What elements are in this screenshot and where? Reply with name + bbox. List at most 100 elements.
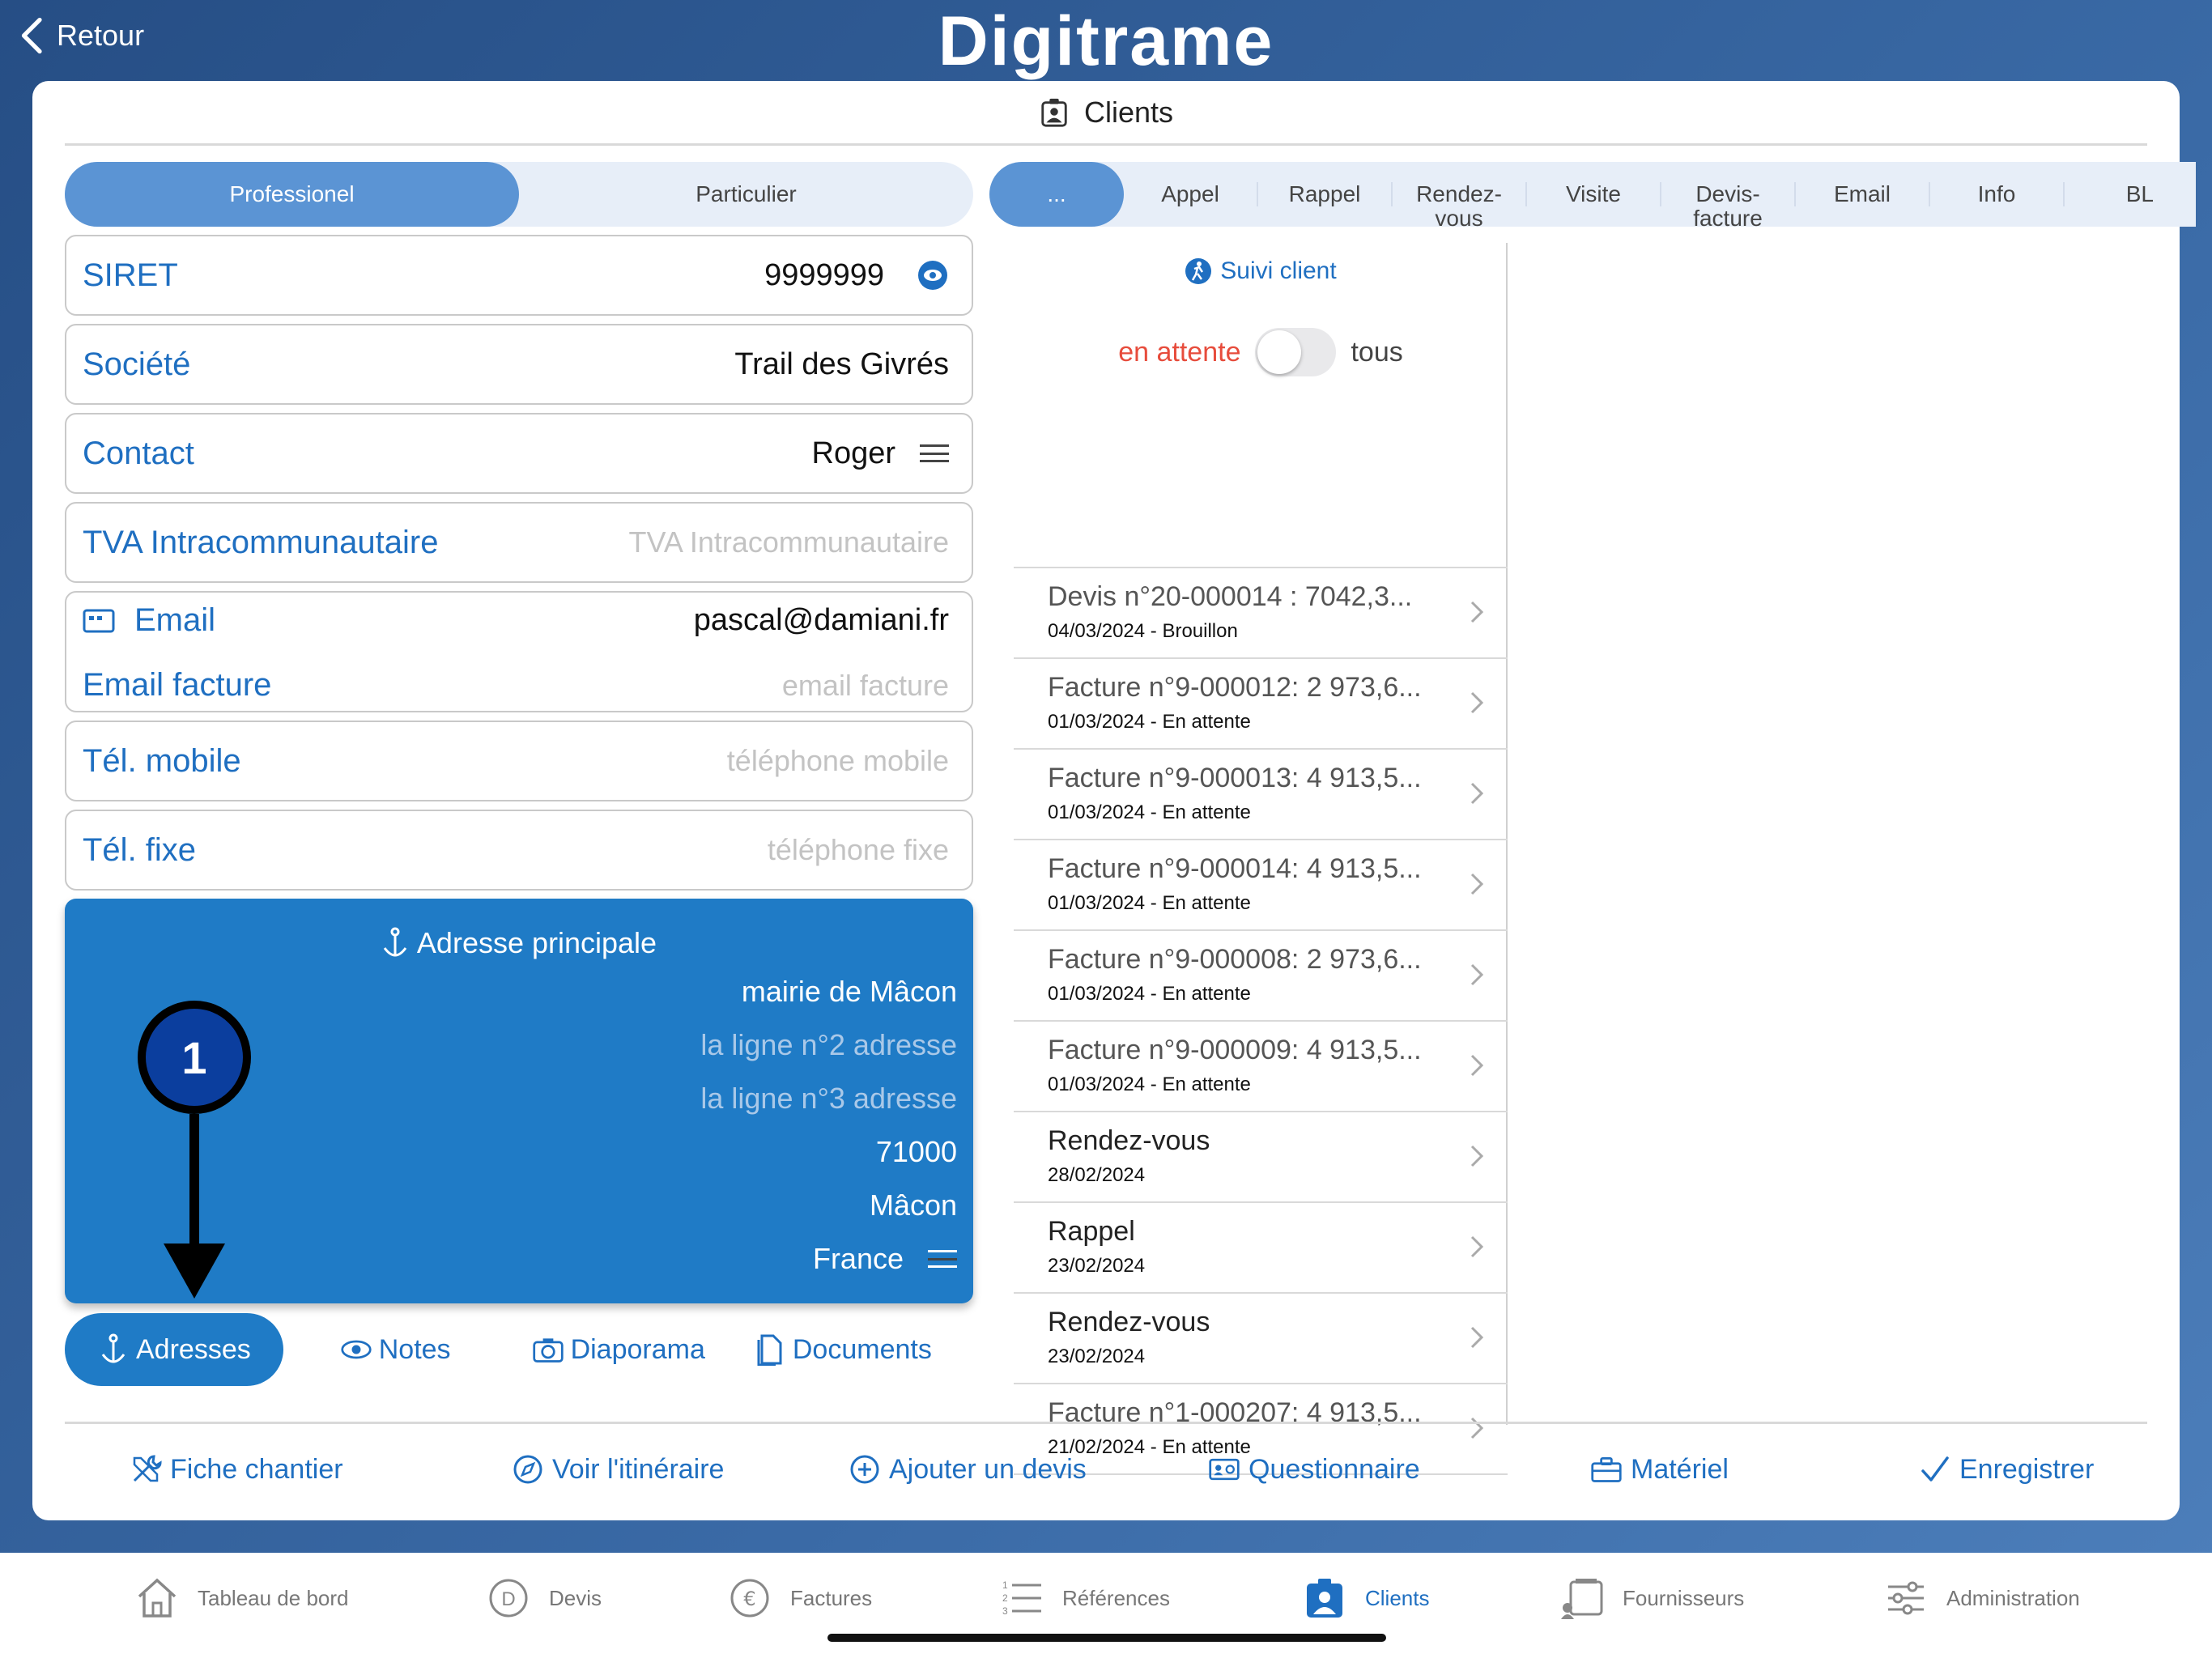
filter-tab-visite[interactable]: Visite xyxy=(1527,182,1661,206)
history-item-title: Facture n°9-000009: 4 913,5... xyxy=(1048,1035,1422,1065)
email-group: Email pascal@damiani.fr Email facture em… xyxy=(65,591,973,712)
filter-tab-more[interactable]: ... xyxy=(989,162,1124,227)
history-item[interactable]: Facture n°9-000014: 4 913,5... 01/03/2024… xyxy=(1014,840,1508,931)
tab-diaporama[interactable]: Diaporama xyxy=(532,1333,705,1366)
history-item-title: Rendez-vous xyxy=(1048,1307,1210,1337)
app-logo: Digitrame xyxy=(938,2,1274,80)
address-zip[interactable]: 71000 xyxy=(876,1135,957,1169)
email-facture-field[interactable]: Email facture email facture xyxy=(83,667,949,704)
filter-tab-rappel[interactable]: Rappel xyxy=(1258,182,1393,206)
filter-tab-email[interactable]: Email xyxy=(1796,182,1930,206)
history-item[interactable]: Rendez-vous 23/02/2024 xyxy=(1014,1294,1508,1384)
filter-tab-info[interactable]: Info xyxy=(1930,182,2065,206)
clients-icon xyxy=(1307,1579,1342,1618)
history-item[interactable]: Facture n°9-000008: 2 973,6... 01/03/2024… xyxy=(1014,931,1508,1022)
segment-particulier[interactable]: Particulier xyxy=(519,162,973,227)
menu-icon[interactable] xyxy=(920,444,949,462)
history-item[interactable]: Facture n°9-000013: 4 913,5... 01/03/2024… xyxy=(1014,750,1508,840)
camera-icon xyxy=(532,1338,564,1363)
tabbar-references[interactable]: 123 Références xyxy=(999,1575,1170,1621)
suivi-client-link[interactable]: Suivi client xyxy=(1014,257,1508,285)
filter-tab-bl[interactable]: BL xyxy=(2065,182,2154,206)
segment-professionel[interactable]: Professionel xyxy=(65,162,519,227)
tabbar-administration-label: Administration xyxy=(1946,1585,2080,1610)
tabbar-clients-label: Clients xyxy=(1365,1585,1430,1610)
tabbar-references-label: Références xyxy=(1062,1585,1170,1610)
history-item-title: Rappel xyxy=(1048,1216,1135,1247)
tel-mobile-field[interactable]: Tél. mobile téléphone mobile xyxy=(65,721,973,801)
address-line-1[interactable]: mairie de Mâcon xyxy=(742,975,957,1009)
tel-mobile-label: Tél. mobile xyxy=(83,742,241,779)
euro-icon: € xyxy=(730,1579,769,1618)
chevron-right-icon xyxy=(1470,873,1484,895)
history-panel: Suivi client en attente tous Devis n°20-… xyxy=(1014,243,1508,1475)
svg-text:2: 2 xyxy=(1002,1592,1008,1604)
tel-mobile-placeholder: téléphone mobile xyxy=(726,744,949,777)
address-city[interactable]: Mâcon xyxy=(870,1188,957,1222)
contact-label: Contact xyxy=(83,435,194,471)
tel-fixe-label: Tél. fixe xyxy=(83,831,197,868)
devis-d-icon: D xyxy=(489,1579,528,1618)
address-line-3[interactable]: la ligne n°3 adresse xyxy=(700,1082,957,1116)
filter-tab-appel[interactable]: Appel xyxy=(1124,182,1258,206)
chevron-right-icon xyxy=(1470,601,1484,623)
history-item-subtitle: 01/03/2024 - En attente xyxy=(1048,801,1251,823)
email-field[interactable]: Email pascal@damiani.fr xyxy=(83,602,949,639)
address-country-row[interactable]: France xyxy=(813,1242,957,1276)
walking-person-icon xyxy=(1185,258,1212,284)
email-facture-label: Email facture xyxy=(83,667,272,703)
address-line-2[interactable]: la ligne n°2 adresse xyxy=(700,1028,957,1062)
filter-tab-rendez-vous[interactable]: Rendez-vous xyxy=(1393,182,1527,231)
tabbar-clients[interactable]: Clients xyxy=(1302,1575,1429,1621)
country-menu-icon[interactable] xyxy=(928,1250,957,1268)
tabbar-fournisseurs[interactable]: Fournisseurs xyxy=(1559,1575,1744,1621)
materiel-button[interactable]: Matériel xyxy=(1590,1453,1729,1486)
tab-documents[interactable]: Documents xyxy=(754,1333,932,1366)
tab-diaporama-label: Diaporama xyxy=(570,1333,705,1365)
history-item-title: Facture n°9-000014: 4 913,5... xyxy=(1048,853,1422,884)
anchor-icon xyxy=(383,927,407,957)
document-icon xyxy=(757,1334,782,1366)
tabbar-tableau-de-bord[interactable]: Tableau de bord xyxy=(134,1575,348,1621)
enregistrer-button[interactable]: Enregistrer xyxy=(1919,1453,2094,1486)
tabbar-factures[interactable]: € Factures xyxy=(727,1575,872,1621)
history-item[interactable]: Facture n°9-000009: 4 913,5... 01/03/2024… xyxy=(1014,1022,1508,1112)
checkmark-icon xyxy=(1921,1456,1949,1482)
history-item-title: Facture n°9-000013: 4 913,5... xyxy=(1048,763,1422,793)
history-item[interactable]: Facture n°9-000012: 2 973,6... 01/03/2024… xyxy=(1014,659,1508,750)
contact-value: Roger xyxy=(811,436,896,470)
tabbar-devis[interactable]: D Devis xyxy=(486,1575,602,1621)
clients-icon xyxy=(1041,98,1067,127)
filter-tab-devis-facture[interactable]: Devis-facture xyxy=(1661,182,1796,231)
questionnaire-button[interactable]: Questionnaire xyxy=(1208,1453,1420,1486)
ajouter-devis-button[interactable]: Ajouter un devis xyxy=(849,1453,1087,1486)
fiche-chantier-button[interactable]: Fiche chantier xyxy=(130,1453,343,1486)
tab-notes[interactable]: Notes xyxy=(340,1333,451,1366)
page-title: Clients xyxy=(1083,95,1174,129)
tva-field[interactable]: TVA Intracommunautaire TVA Intracommunau… xyxy=(65,502,973,583)
history-item-subtitle: 28/02/2024 xyxy=(1048,1164,1146,1186)
tel-fixe-field[interactable]: Tél. fixe téléphone fixe xyxy=(65,810,973,891)
history-item[interactable]: Rendez-vous 28/02/2024 xyxy=(1014,1112,1508,1203)
contact-field[interactable]: Contact Roger xyxy=(65,413,973,494)
enregistrer-label: Enregistrer xyxy=(1959,1453,2095,1485)
itineraire-button[interactable]: Voir l'itinéraire xyxy=(512,1453,724,1486)
societe-field[interactable]: Société Trail des Givrés xyxy=(65,324,973,405)
history-item[interactable]: Devis n°20-000014 : 7042,3... 04/03/2024 … xyxy=(1014,568,1508,659)
history-item-title: Facture n°9-000008: 2 973,6... xyxy=(1048,944,1422,975)
siret-field[interactable]: SIRET 9999999 xyxy=(65,235,973,316)
history-item[interactable]: Rappel 23/02/2024 xyxy=(1014,1203,1508,1294)
eye-icon[interactable] xyxy=(917,259,949,291)
svg-text:D: D xyxy=(501,1588,515,1610)
societe-value: Trail des Givrés xyxy=(734,346,949,381)
questionnaire-label: Questionnaire xyxy=(1249,1453,1420,1485)
status-toggle[interactable] xyxy=(1255,328,1337,376)
tabbar-administration[interactable]: Administration xyxy=(1883,1575,2080,1621)
tab-adresses[interactable]: Adresses xyxy=(65,1313,283,1386)
numbered-list-icon: 123 xyxy=(1002,1579,1041,1617)
compass-icon xyxy=(513,1455,542,1484)
client-type-segment: Professionel Particulier xyxy=(65,162,973,227)
tab-adresses-label: Adresses xyxy=(136,1333,251,1365)
itineraire-label: Voir l'itinéraire xyxy=(552,1453,725,1485)
action-bar: Fiche chantier Voir l'itinéraire Ajouter… xyxy=(65,1422,2147,1520)
